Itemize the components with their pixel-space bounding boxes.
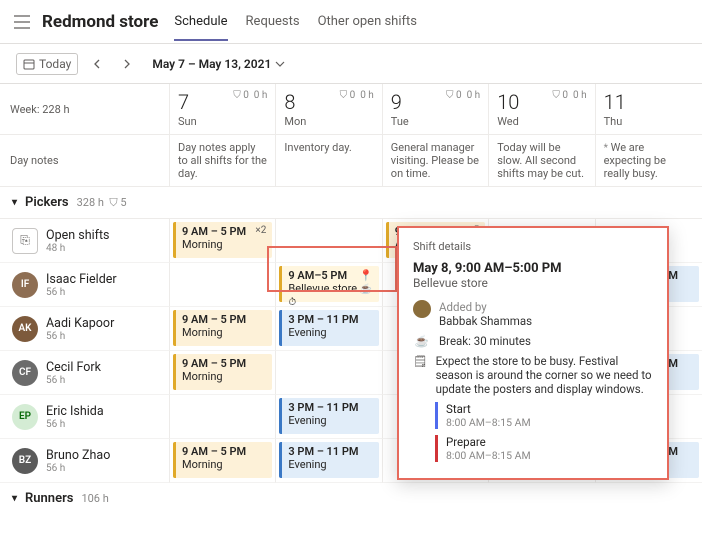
avatar: IF <box>12 272 38 298</box>
popover-header: Shift details <box>413 240 653 253</box>
location-pin-icon: 📍 <box>359 269 373 282</box>
person-row-isaac[interactable]: IFIsaac Fielder56 h <box>0 263 170 307</box>
avatar: CF <box>12 360 38 386</box>
shift-morning[interactable]: 9 AM – 5 PMMorning <box>173 310 272 346</box>
added-by-name: Babbak Shammas <box>439 314 532 328</box>
nav-tabs: Schedule Requests Other open shifts <box>174 2 417 41</box>
person-row-cecil[interactable]: CFCecil Fork56 h <box>0 351 170 395</box>
person-row-aadi[interactable]: AKAadi Kapoor56 h <box>0 307 170 351</box>
avatar: BZ <box>12 448 38 474</box>
person-row-bruno[interactable]: BZBruno Zhao56 h <box>0 439 170 483</box>
next-week-button[interactable] <box>116 53 138 75</box>
cell-open-mon[interactable] <box>276 219 382 263</box>
shift-details-popover: Shift details May 8, 9:00 AM–5:00 PM Bel… <box>397 226 669 480</box>
hamburger-icon[interactable] <box>10 10 34 34</box>
group-name: Pickers <box>25 195 69 210</box>
day-notes-label: Day notes <box>0 135 170 187</box>
coffee-icon: ☕ <box>413 334 431 348</box>
shift-morning[interactable]: 9 AM – 5 PMMorning <box>173 442 272 478</box>
avatar: AK <box>12 316 38 342</box>
shift-evening[interactable]: 3 PM – 11 PMEvening <box>279 398 378 434</box>
open-shifts-row[interactable]: ⎘ Open shifts48 h <box>0 219 170 263</box>
popover-location: Bellevue store <box>413 276 653 290</box>
chevron-down-icon <box>275 61 285 67</box>
day-header-tue[interactable]: 9 ⛉ 0 0 h Tue <box>383 84 489 135</box>
day-note-sun[interactable]: Day notes apply to all shifts for the da… <box>170 135 276 187</box>
day-note-mon[interactable]: Inventory day. <box>276 135 382 187</box>
day-header-sun[interactable]: 7 ⛉ 0 0 h Sun <box>170 84 276 135</box>
popover-title: May 8, 9:00 AM–5:00 PM <box>413 261 653 276</box>
note-text: Expect the store to be busy. Festival se… <box>436 354 653 396</box>
group-header-pickers[interactable]: ▾ Pickers 328 h ⛉ 5 <box>0 187 702 219</box>
date-range-label: May 7 – May 13, 2021 <box>152 57 271 71</box>
date-range-picker[interactable]: May 7 – May 13, 2021 <box>152 57 285 71</box>
week-summary: Week: 228 h <box>0 84 170 135</box>
open-shifts-icon: ⎘ <box>12 228 38 254</box>
break-text: Break: 30 minutes <box>439 334 531 348</box>
prev-week-button[interactable] <box>86 53 108 75</box>
today-button[interactable]: Today <box>16 53 78 75</box>
day-header-wed[interactable]: 10 ⛉ 0 0 h Wed <box>489 84 595 135</box>
added-by-label: Added by <box>439 300 487 314</box>
day-note-wed[interactable]: Today will be slow. All second shifts ma… <box>489 135 595 187</box>
note-icon: 🗒 <box>413 354 428 396</box>
tab-open-shifts[interactable]: Other open shifts <box>318 2 417 41</box>
shift-evening[interactable]: 3 PM – 11 PMEvening <box>279 310 378 346</box>
group-header-runners[interactable]: ▾ Runners 106 h <box>0 483 702 514</box>
shift-morning[interactable]: 9 AM – 5 PMMorning <box>173 354 272 390</box>
activity-start: Start8:00 AM–8:15 AM <box>435 402 653 429</box>
avatar-icon <box>413 300 431 328</box>
group-name: Runners <box>25 491 73 506</box>
day-note-thu[interactable]: * We are expecting be really busy. <box>596 135 702 187</box>
activity-prepare: Prepare8:00 AM–8:15 AM <box>435 435 653 462</box>
day-header-thu[interactable]: 11 Thu <box>596 84 702 135</box>
person-row-eric[interactable]: EPEric Ishida56 h <box>0 395 170 439</box>
avatar: EP <box>12 404 38 430</box>
shift-selected[interactable]: 9 AM–5 PM 📍Bellevue store ☕ ⏱ <box>279 266 378 302</box>
shift-open-morning[interactable]: 9 AM – 5 PM×2Morning <box>173 222 272 258</box>
today-label: Today <box>39 57 71 71</box>
shift-evening[interactable]: 3 PM – 11 PMEvening <box>279 442 378 478</box>
chevron-down-icon: ▾ <box>12 197 17 208</box>
chevron-down-icon: ▾ <box>12 493 17 504</box>
cell-open-sun[interactable]: 9 AM – 5 PM×2Morning <box>170 219 276 263</box>
day-note-tue[interactable]: General manager visiting. Please be on t… <box>383 135 489 187</box>
tab-schedule[interactable]: Schedule <box>174 2 227 41</box>
day-header-mon[interactable]: 8 ⛉ 0 0 h Mon <box>276 84 382 135</box>
calendar-icon <box>23 58 35 70</box>
store-title: Redmond store <box>42 12 158 32</box>
tab-requests[interactable]: Requests <box>246 2 300 41</box>
